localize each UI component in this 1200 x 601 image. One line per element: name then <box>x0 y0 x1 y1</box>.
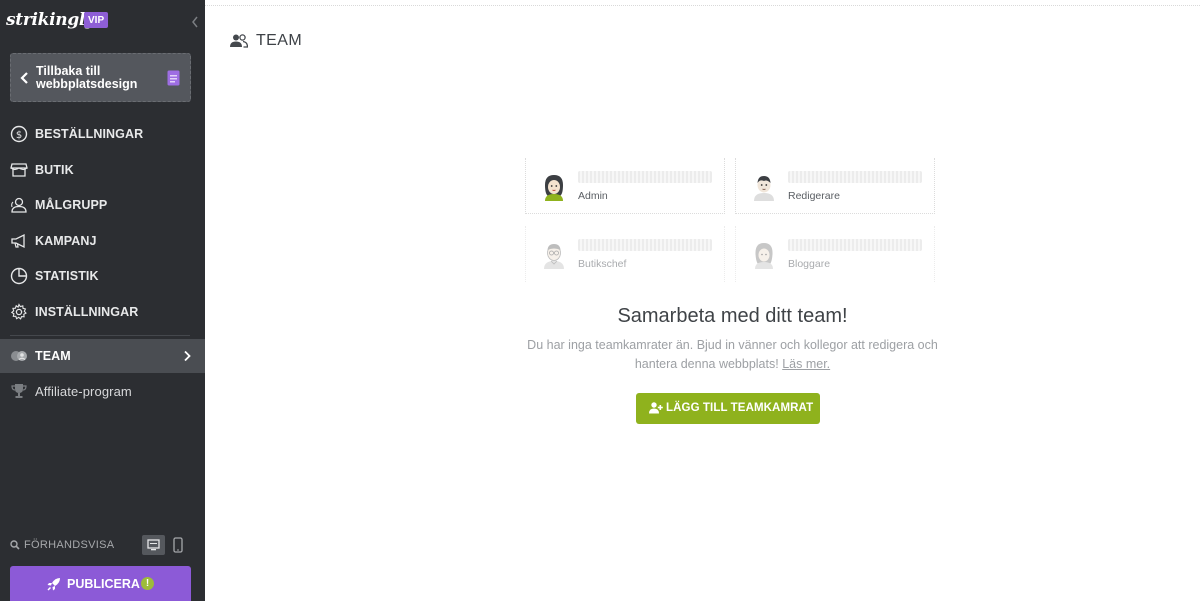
dollar-circle-icon: $ <box>10 125 28 143</box>
publish-warning-badge: ! <box>141 577 154 590</box>
vip-badge: VIP <box>84 12 109 28</box>
chevron-right-icon <box>184 350 191 362</box>
back-button-line-1: Tillbaka till <box>36 64 101 78</box>
brand-logo[interactable]: strikingly <box>6 10 95 30</box>
publish-button[interactable]: PUBLICERA ! <box>10 566 191 601</box>
brand-header: strikingly VIP <box>0 0 205 44</box>
sidebar-item-label: MÅLGRUPP <box>35 198 108 212</box>
sidebar-item-label: KAMPANJ <box>35 234 97 248</box>
sidebar-item-store[interactable]: BUTIK <box>0 153 205 187</box>
add-user-icon <box>649 402 663 414</box>
sidebar-item-label: BUTIK <box>35 163 74 177</box>
sidebar-divider <box>10 335 190 336</box>
pie-chart-icon <box>10 267 28 285</box>
svg-text:$: $ <box>16 130 22 141</box>
search-icon <box>10 540 20 550</box>
name-placeholder-bar <box>788 239 922 251</box>
team-icon <box>11 351 27 361</box>
preview-controls: FÖRHANDSVISA <box>10 535 195 556</box>
sidebar-item-label: STATISTIK <box>35 269 99 283</box>
role-label: Bloggare <box>788 258 831 270</box>
sidebar-item-orders[interactable]: $ BESTÄLLNINGAR <box>0 117 205 151</box>
editor-avatar-icon <box>754 176 774 201</box>
empty-state-heading: Samarbeta med ditt team! <box>617 305 848 327</box>
back-button-label: Tillbaka till webbplatsdesign <box>36 65 166 90</box>
team-people-icon <box>230 34 248 48</box>
sidebar-item-settings[interactable]: INSTÄLLNINGAR <box>0 295 205 329</box>
chevron-left-icon <box>20 72 28 84</box>
store-icon <box>10 163 28 177</box>
blogger-avatar-icon <box>755 243 773 269</box>
megaphone-icon <box>11 233 25 249</box>
add-teammate-button[interactable]: LÄGG TILL TEAMKAMRAT <box>636 393 820 424</box>
collapse-sidebar-icon[interactable] <box>190 15 200 29</box>
role-card-editor: Redigerare <box>735 158 935 214</box>
role-card-blogger: Bloggare <box>735 226 935 282</box>
trophy-icon <box>11 384 27 398</box>
audience-icon <box>11 197 27 213</box>
name-placeholder-bar <box>578 239 712 251</box>
top-divider <box>205 5 1200 6</box>
preview-link[interactable]: FÖRHANDSVISA <box>10 539 114 551</box>
name-placeholder-bar <box>578 171 712 183</box>
admin-avatar-icon <box>545 175 563 201</box>
sidebar: strikingly VIP Tillbaka till webbplatsde… <box>0 0 205 601</box>
page-design-icon <box>167 70 180 86</box>
role-card-admin: Admin <box>525 158 725 214</box>
back-to-site-design-button[interactable]: Tillbaka till webbplatsdesign <box>10 53 191 102</box>
sidebar-item-affiliate[interactable]: Affiliate-program <box>0 374 205 408</box>
sidebar-item-team[interactable]: TEAM <box>0 339 205 373</box>
rocket-icon <box>47 578 60 591</box>
sidebar-item-label: Affiliate-program <box>35 384 132 399</box>
role-label: Admin <box>578 190 608 202</box>
role-label: Redigerare <box>788 190 840 202</box>
add-teammate-label: LÄGG TILL TEAMKAMRAT <box>666 402 814 414</box>
sidebar-item-label: BESTÄLLNINGAR <box>35 127 144 141</box>
publish-label: PUBLICERA <box>67 577 140 591</box>
sidebar-item-audience[interactable]: MÅLGRUPP <box>0 188 205 222</box>
role-label: Butikschef <box>578 258 627 270</box>
sidebar-item-label: INSTÄLLNINGAR <box>35 305 139 319</box>
sidebar-item-campaign[interactable]: KAMPANJ <box>0 224 205 258</box>
sidebar-item-label: TEAM <box>35 349 71 363</box>
mobile-preview-icon[interactable] <box>173 537 183 553</box>
desktop-icon <box>147 539 160 551</box>
preview-label: FÖRHANDSVISA <box>24 539 115 551</box>
role-card-store-manager: Butikschef <box>525 226 725 282</box>
learn-more-link[interactable]: Läs mer. <box>782 357 830 371</box>
store-manager-avatar-icon <box>544 244 564 269</box>
desktop-preview-button[interactable] <box>142 535 165 555</box>
sidebar-item-statistics[interactable]: STATISTIK <box>0 259 205 293</box>
gear-icon <box>10 303 27 320</box>
page-title-text: TEAM <box>256 32 303 49</box>
name-placeholder-bar <box>788 171 922 183</box>
team-roles-illustration: Admin Redigerare Butikschef Bloggare <box>525 158 939 282</box>
empty-state-description: Du har inga teamkamrater än. Bjud in vän… <box>505 336 960 374</box>
main-content: TEAM Admin Redigerare Butikschef Bloggar… <box>205 0 1200 601</box>
back-button-line-2: webbplatsdesign <box>36 76 138 91</box>
description-text: Du har inga teamkamrater än. Bjud in vän… <box>527 338 938 371</box>
